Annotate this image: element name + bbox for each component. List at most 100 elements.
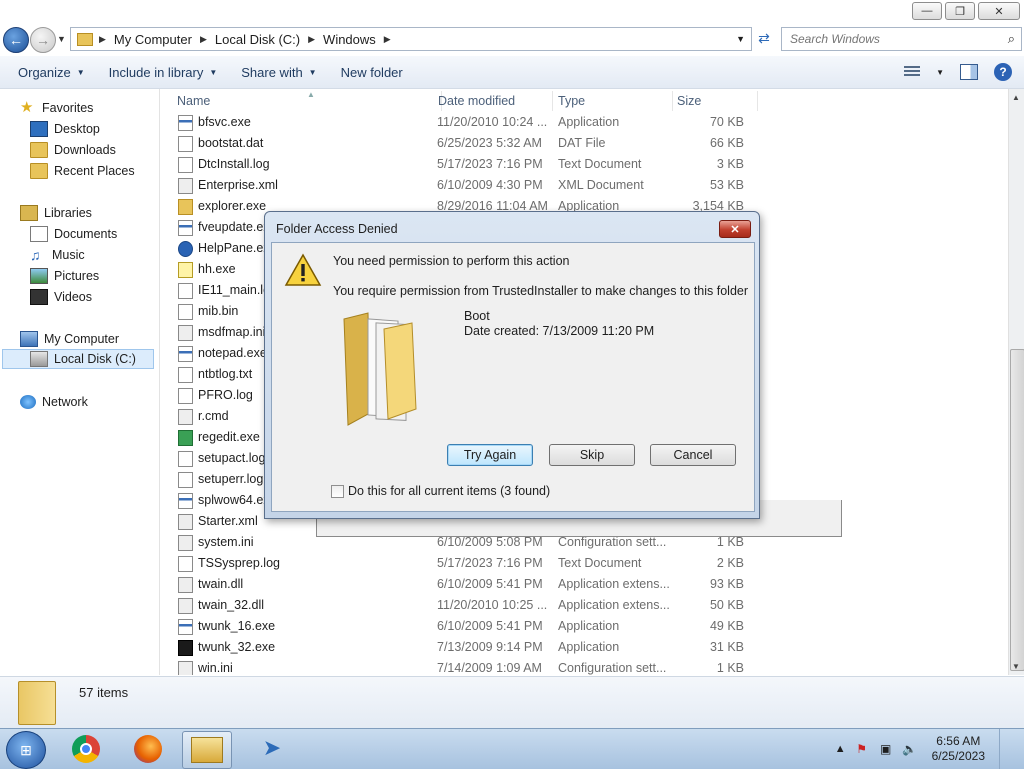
file-row[interactable]: Enterprise.xml 6/10/2009 4:30 PM XML Docum… xyxy=(175,175,755,196)
scroll-down-icon[interactable]: ▼ xyxy=(1012,662,1020,671)
preview-pane-icon[interactable] xyxy=(960,64,978,80)
search-input[interactable] xyxy=(788,31,997,47)
taskbar-remote-desktop[interactable]: ➤ xyxy=(248,731,296,767)
file-row[interactable]: twain.dll 6/10/2009 5:41 PM Application ex… xyxy=(175,574,755,595)
apply-to-all-checkbox[interactable] xyxy=(331,484,344,498)
taskbar-firefox[interactable] xyxy=(124,731,172,767)
app-icon xyxy=(178,346,193,362)
scroll-up-icon[interactable]: ▲ xyxy=(1012,93,1020,102)
file-size: 93 KB xyxy=(709,577,744,591)
file-date: 7/13/2009 9:14 PM xyxy=(437,640,543,654)
close-window-button[interactable]: ✕ xyxy=(978,2,1020,20)
show-hidden-icons[interactable]: ▲ xyxy=(835,743,846,755)
desktop-icon xyxy=(30,121,48,137)
breadcrumb-sep-root[interactable]: ▶ xyxy=(99,34,106,45)
file-explorer-icon xyxy=(191,737,223,763)
action-center-icon[interactable]: ⚑ xyxy=(854,742,870,756)
change-view-icon[interactable] xyxy=(904,66,921,78)
start-button[interactable]: ⊞ xyxy=(6,731,46,769)
navigation-pane: ★ Favorites Desktop Downloads Recent Plac… xyxy=(0,89,160,675)
dark-app-icon xyxy=(178,640,193,656)
file-icon xyxy=(178,451,193,467)
folder-icon xyxy=(77,32,93,46)
file-size: 53 KB xyxy=(709,178,744,192)
dialog-close-button[interactable]: ✕ xyxy=(719,220,751,238)
column-header-size[interactable]: Size xyxy=(671,91,758,111)
file-icon xyxy=(178,304,193,320)
column-header-type[interactable]: Type xyxy=(552,91,673,111)
file-name: bootstat.dat xyxy=(198,136,264,150)
breadcrumb-my-computer[interactable]: My Computer ▶ xyxy=(114,32,207,47)
nav-music[interactable]: ♫ Music xyxy=(30,245,85,265)
nav-videos[interactable]: Videos xyxy=(30,287,92,307)
help-icon[interactable]: ? xyxy=(994,63,1012,81)
address-bar[interactable]: ▶ My Computer ▶ Local Disk (C:) ▶ Windows ▶… xyxy=(70,27,752,51)
nav-local-disk[interactable]: Local Disk (C:) xyxy=(2,349,154,369)
forward-button[interactable]: → xyxy=(30,27,56,53)
column-header-name[interactable]: Name ▲ xyxy=(171,90,442,111)
show-desktop-button[interactable] xyxy=(999,729,1012,769)
file-icon xyxy=(178,157,193,173)
file-type: DAT File xyxy=(558,136,606,150)
search-icon[interactable]: ⌕ xyxy=(1008,31,1015,47)
column-header-date[interactable]: Date modified xyxy=(432,91,553,111)
organize-menu[interactable]: Organize ▼ xyxy=(18,65,85,80)
try-again-button[interactable]: Try Again xyxy=(447,444,533,466)
include-in-library-menu[interactable]: Include in library ▼ xyxy=(109,65,218,80)
file-size: 31 KB xyxy=(709,640,744,654)
restore-button[interactable]: ❐ xyxy=(945,2,975,20)
file-name: bfsvc.exe xyxy=(198,115,251,129)
file-name: r.cmd xyxy=(198,409,229,423)
file-row[interactable]: twain_32.dll 11/20/2010 10:25 ... Applicat… xyxy=(175,595,755,616)
file-row[interactable]: twunk_32.exe 7/13/2009 9:14 PM Application… xyxy=(175,637,755,658)
breadcrumb-windows[interactable]: Windows ▶ xyxy=(323,32,391,47)
file-row[interactable]: twunk_16.exe 6/10/2009 5:41 PM Application… xyxy=(175,616,755,637)
nav-downloads[interactable]: Downloads xyxy=(30,140,116,160)
volume-muted-icon[interactable]: 🔈 xyxy=(902,742,918,756)
search-box[interactable]: ⌕ xyxy=(781,27,1022,51)
network-tray-icon[interactable]: ▣ xyxy=(878,742,894,756)
address-dropdown-icon[interactable]: ▼ xyxy=(736,34,745,44)
scrollbar-thumb[interactable] xyxy=(1010,349,1024,671)
minimize-button[interactable]: — xyxy=(912,2,942,20)
clock[interactable]: 6:56 AM 6/25/2023 xyxy=(932,734,985,764)
nav-network[interactable]: Network xyxy=(20,392,88,412)
file-row[interactable]: TSSysprep.log 5/17/2023 7:16 PM Text Docum… xyxy=(175,553,755,574)
nav-favorites[interactable]: ★ Favorites xyxy=(20,98,93,118)
window-titlebar: — ❐ ✕ xyxy=(0,0,1024,24)
recent-pages-dropdown[interactable]: ▼ xyxy=(57,34,66,44)
file-row[interactable]: bootstat.dat 6/25/2023 5:32 AM DAT File 66 … xyxy=(175,133,755,154)
nav-libraries[interactable]: Libraries xyxy=(20,203,92,223)
back-button[interactable]: ← xyxy=(3,27,29,53)
chrome-icon xyxy=(72,735,100,763)
file-name: mib.bin xyxy=(198,304,239,318)
file-name: PFRO.log xyxy=(198,388,253,402)
videos-icon xyxy=(30,289,48,305)
new-folder-button[interactable]: New folder xyxy=(341,65,403,80)
nav-desktop[interactable]: Desktop xyxy=(30,119,100,139)
view-dropdown-icon[interactable]: ▼ xyxy=(936,68,944,77)
file-row[interactable]: win.ini 7/14/2009 1:09 AM Configuration se… xyxy=(175,658,755,675)
file-name: hh.exe xyxy=(198,262,236,276)
skip-button[interactable]: Skip xyxy=(549,444,635,466)
taskbar-chrome[interactable] xyxy=(62,731,110,767)
file-row[interactable]: bfsvc.exe 11/20/2010 10:24 ... Application… xyxy=(175,112,755,133)
vertical-scrollbar[interactable]: ▲ ▼ xyxy=(1008,89,1024,675)
apply-to-all-option[interactable]: Do this for all current items (3 found) xyxy=(331,484,550,498)
nav-recent-places[interactable]: Recent Places xyxy=(30,161,135,181)
file-size: 1 KB xyxy=(716,535,744,549)
file-icon xyxy=(178,136,193,152)
file-date: 6/25/2023 5:32 AM xyxy=(437,136,542,150)
breadcrumb-local-disk[interactable]: Local Disk (C:) ▶ xyxy=(215,32,315,47)
sort-ascending-icon: ▲ xyxy=(307,90,315,99)
refresh-button[interactable]: ⇄ xyxy=(752,27,776,49)
file-size: 70 KB xyxy=(709,115,744,129)
cancel-button[interactable]: Cancel xyxy=(650,444,736,466)
taskbar-explorer[interactable] xyxy=(182,731,232,769)
file-row[interactable]: DtcInstall.log 5/17/2023 7:16 PM Text Docu… xyxy=(175,154,755,175)
share-with-menu[interactable]: Share with ▼ xyxy=(241,65,316,80)
nav-pictures[interactable]: Pictures xyxy=(30,266,99,286)
item-count: 57 items xyxy=(79,685,129,700)
nav-my-computer[interactable]: My Computer xyxy=(20,329,119,349)
nav-documents[interactable]: Documents xyxy=(30,224,117,244)
